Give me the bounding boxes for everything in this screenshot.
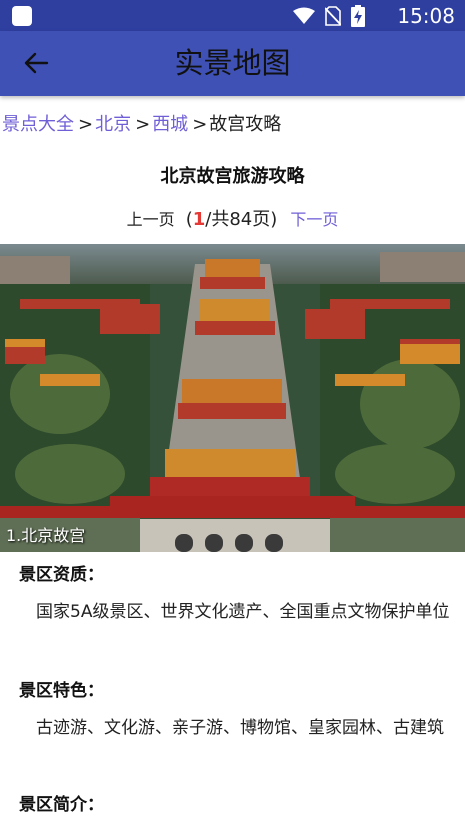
status-icons: [293, 5, 365, 27]
next-page-link[interactable]: 下一页: [290, 210, 338, 229]
photo-illustration: [0, 244, 465, 552]
back-button[interactable]: [14, 41, 58, 85]
total-pages: /共84页: [205, 209, 271, 230]
current-page-number: 1: [192, 209, 206, 230]
breadcrumb-separator: >: [135, 114, 151, 135]
section-heading-introduction: 景区简介：: [19, 795, 104, 815]
prev-page-link[interactable]: 上一页: [127, 210, 175, 229]
breadcrumb: 景点大全 > 北京 > 西城 > 故宫攻略: [2, 112, 281, 138]
pager-close-paren: ): [270, 209, 278, 230]
breadcrumb-separator: >: [192, 114, 208, 135]
status-bar: 15:08: [0, 0, 465, 31]
arrow-left-icon: [24, 52, 49, 74]
section-body-qualification: 国家5A级景区、世界文化遗产、全国重点文物保护单位: [36, 602, 450, 622]
breadcrumb-link-all-sights[interactable]: 景点大全: [2, 114, 74, 135]
app-notification-icon: [12, 6, 32, 26]
breadcrumb-separator: >: [78, 114, 94, 135]
photo-caption: 1.北京故宫: [6, 526, 86, 545]
section-body-features: 古迹游、文化游、亲子游、博物馆、皇家园林、古建筑: [36, 718, 444, 738]
wifi-icon: [293, 7, 315, 24]
section-heading-qualification: 景区资质：: [19, 565, 104, 585]
pager-open-paren: (: [185, 209, 193, 230]
breadcrumb-link-xicheng[interactable]: 西城: [152, 114, 188, 135]
no-sim-icon: [325, 6, 341, 26]
article-title: 北京故宫旅游攻略: [160, 166, 305, 187]
breadcrumb-current: 故宫攻略: [209, 114, 282, 135]
section-heading-features: 景区特色：: [19, 681, 104, 701]
pager: 上一页 (1/共84页) 下一页: [0, 205, 465, 231]
forbidden-city-photo: 1.北京故宫: [0, 244, 465, 552]
page-title: 实景地图: [174, 46, 291, 80]
battery-charging-icon: [351, 5, 365, 27]
status-time: 15:08: [397, 4, 455, 28]
app-bar: 实景地图: [0, 31, 465, 96]
breadcrumb-link-beijing[interactable]: 北京: [95, 114, 131, 135]
